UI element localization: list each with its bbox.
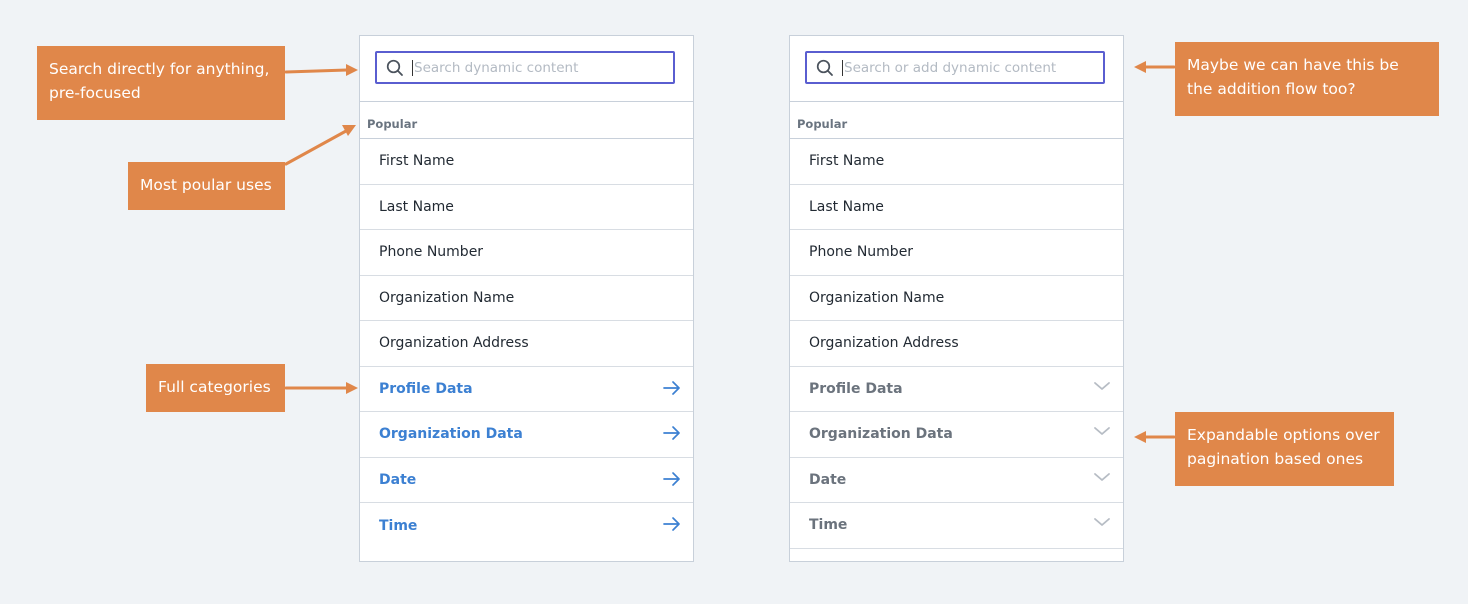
callout-expandable-note: Expandable options over pagination based… [1175,412,1394,486]
arrow-right-icon [663,426,680,440]
dynamic-content-picker-v2: Search or add dynamic content Popular Fi… [789,35,1124,562]
list-item-label: Phone Number [379,244,484,261]
category-label: Time [809,517,848,534]
callout-addition-note: Maybe we can have this be the addition f… [1175,42,1439,116]
category-label: Date [809,471,847,488]
callout-text: Full categories [158,378,271,396]
list-item[interactable]: Last Name [790,185,1123,230]
category-item-profile-data[interactable]: Profile Data [790,367,1123,412]
category-item-profile-data[interactable]: Profile Data [360,367,693,412]
category-item-date[interactable]: Date [790,458,1123,503]
category-label: Profile Data [379,380,473,397]
section-header-popular: Popular [790,102,1123,139]
list-item-label: Organization Address [809,335,959,352]
chevron-down-icon [1094,427,1110,435]
list-item-label: First Name [379,153,455,170]
list-item-label: Organization Name [379,289,515,306]
arrow-to-expandable [1134,431,1176,443]
category-label: Profile Data [809,380,903,397]
text-caret [842,59,843,76]
category-item-date[interactable]: Date [360,458,693,503]
search-area: Search or add dynamic content [790,36,1123,102]
list-item[interactable]: Organization Name [360,276,693,321]
list-item[interactable]: Organization Name [790,276,1123,321]
list-item[interactable]: Phone Number [790,230,1123,276]
list-item[interactable]: Organization Address [790,321,1123,367]
search-input[interactable]: Search dynamic content [375,51,675,84]
category-item-time[interactable]: Time [790,503,1123,549]
category-item-time[interactable]: Time [360,503,693,549]
search-icon [386,59,403,76]
callout-text: Most poular uses [140,176,272,194]
arrow-to-categories [284,382,358,394]
chevron-down-icon [1094,472,1110,481]
chevron-down-icon [1094,518,1110,526]
list-item-label: First Name [809,153,885,170]
list-item[interactable]: First Name [790,139,1123,185]
search-placeholder: Search or add dynamic content [844,59,1057,76]
list-item[interactable]: Last Name [360,185,693,230]
search-input[interactable]: Search or add dynamic content [805,51,1105,84]
category-item-organization-data[interactable]: Organization Data [790,412,1123,458]
text-caret [412,59,413,76]
category-label: Organization Data [379,426,523,443]
callout-text: Search directly for anything, pre-focuse… [49,60,270,102]
category-label: Date [379,471,417,488]
list-item-label: Phone Number [809,244,914,261]
dynamic-content-picker-v1: Search dynamic content Popular First Nam… [359,35,694,562]
category-label: Organization Data [809,426,953,443]
callout-text: Maybe we can have this be the addition f… [1187,56,1399,98]
search-placeholder: Search dynamic content [414,59,579,76]
arrow-right-icon [663,471,680,486]
section-header-popular: Popular [360,102,693,139]
arrow-right-icon [663,380,680,395]
callout-text: Expandable options over pagination based… [1187,426,1380,468]
arrow-to-search-v2 [1134,61,1176,73]
list-item-label: Organization Address [379,335,529,352]
list-item-label: Organization Name [809,289,945,306]
arrow-to-popular [284,125,356,166]
list-item-label: Last Name [379,198,454,215]
category-item-organization-data[interactable]: Organization Data [360,412,693,458]
search-area: Search dynamic content [360,36,693,102]
arrow-to-search [284,64,358,76]
search-icon [816,59,833,76]
arrow-right-icon [663,517,680,531]
category-label: Time [379,517,418,534]
chevron-down-icon [1094,381,1110,390]
list-item-label: Last Name [809,198,884,215]
list-item[interactable]: First Name [360,139,693,185]
list-item[interactable]: Phone Number [360,230,693,276]
list-item[interactable]: Organization Address [360,321,693,367]
callout-popular-note: Most poular uses [128,162,285,210]
callout-categories-note: Full categories [146,364,285,412]
callout-search-note: Search directly for anything, pre-focuse… [37,46,285,120]
